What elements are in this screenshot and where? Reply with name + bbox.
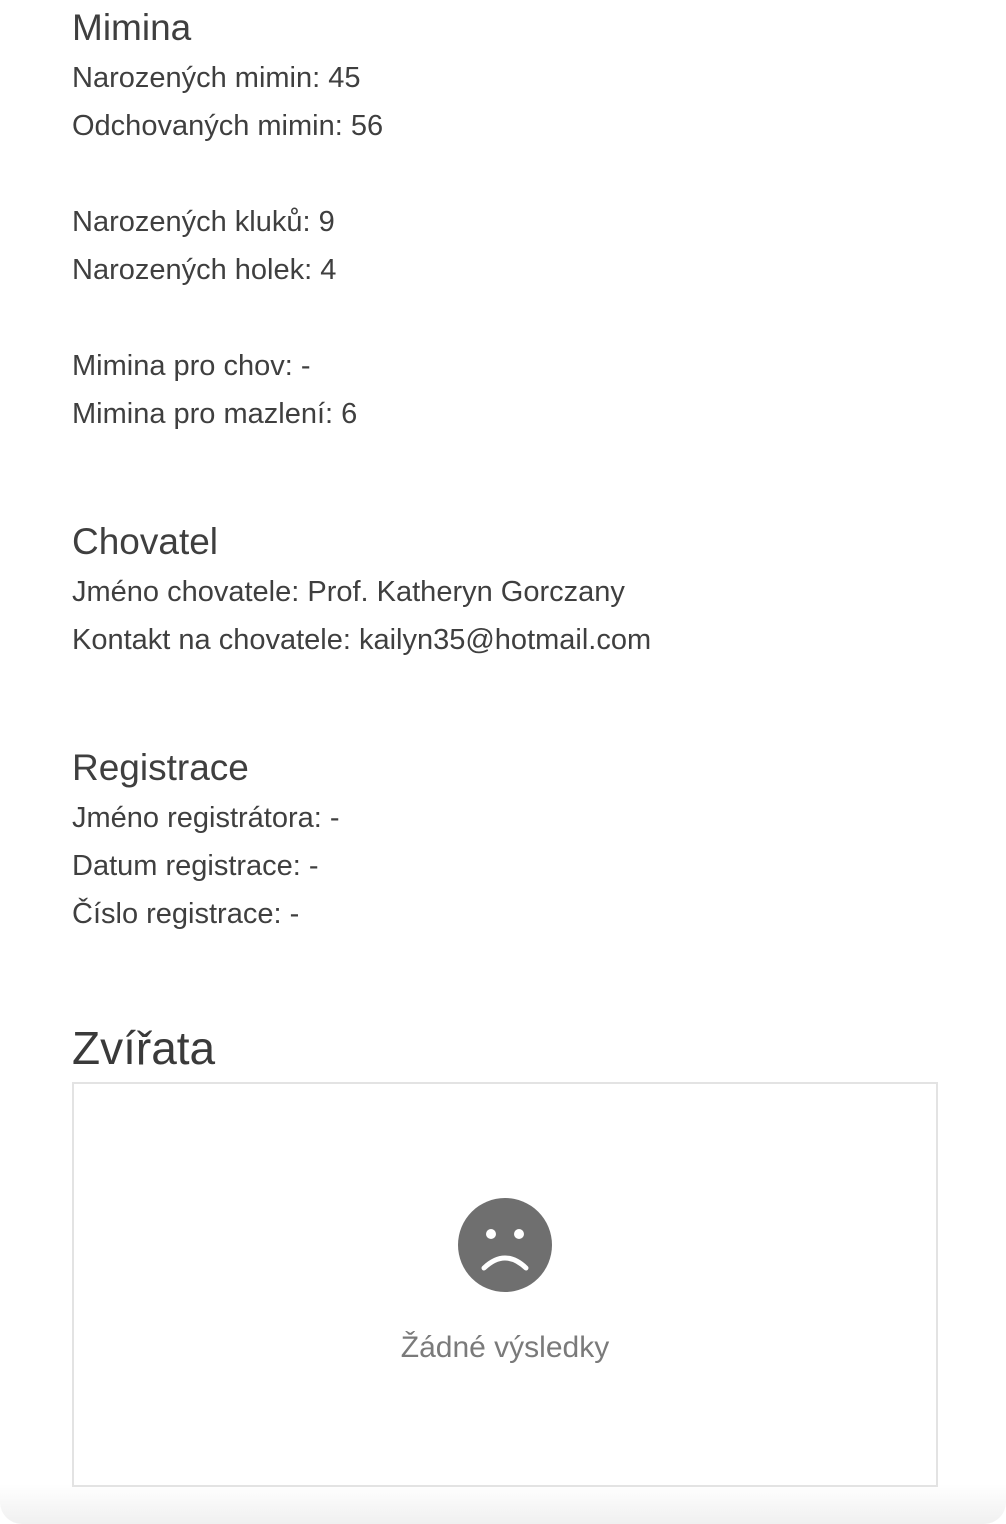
breeder-contact: Kontakt na chovatele: kailyn35@hotmail.c… [72, 624, 652, 656]
section-mimina: Mimina Narozených mimin: 45 Odchovaných … [72, 2, 383, 438]
section-title-mimina: Mimina [72, 7, 192, 48]
sad-face-icon [458, 1198, 552, 1292]
raised-count: Odchovaných mimin: 56 [72, 110, 384, 142]
section-title-registrace: Registrace [72, 747, 249, 788]
section-title-zvirata: Zvířata [72, 1022, 216, 1074]
girls-count: Narozených holek: 4 [72, 254, 337, 286]
breeder-name: Jméno chovatele: Prof. Katheryn Gorczany [72, 576, 625, 608]
animals-empty-state: Žádné výsledky [72, 1082, 938, 1487]
section-registrace: Registrace Jméno registrátora: - Datum r… [72, 742, 340, 938]
empty-state-text: Žádné výsledky [400, 1331, 610, 1364]
born-count: Narozených mimin: 45 [72, 62, 361, 94]
cuddling-count: Mimina pro mazlení: 6 [72, 398, 358, 430]
boys-count: Narozených kluků: 9 [72, 206, 335, 238]
section-title-chovatel: Chovatel [72, 521, 219, 562]
registrar-name: Jméno registrátora: - [72, 802, 340, 834]
registration-number: Číslo registrace: - [72, 898, 300, 930]
bottom-shadow [0, 1484, 1006, 1524]
registration-date: Datum registrace: - [72, 850, 319, 882]
section-chovatel: Chovatel Jméno chovatele: Prof. Katheryn… [72, 516, 651, 664]
breeding-count: Mimina pro chov: - [72, 350, 311, 382]
page: Mimina Narozených mimin: 45 Odchovaných … [0, 0, 1006, 1524]
